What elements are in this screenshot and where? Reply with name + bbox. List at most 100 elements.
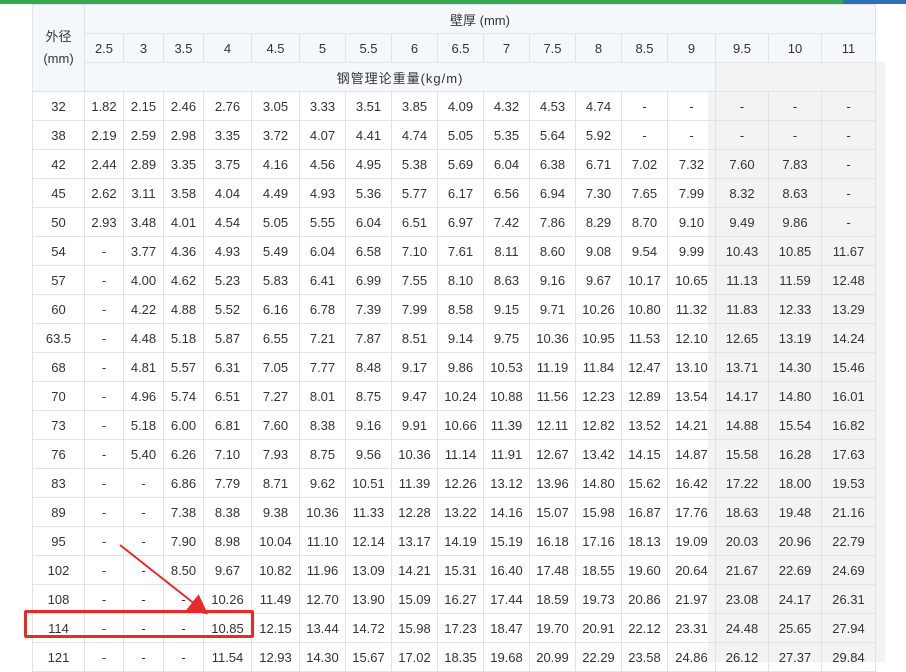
weight-cell: 6.58 xyxy=(345,236,392,266)
weight-cell: 19.09 xyxy=(667,526,716,556)
weight-cell: 3.11 xyxy=(123,178,164,208)
weight-cell: 14.30 xyxy=(768,352,822,382)
weight-cell: 4.93 xyxy=(203,236,252,266)
weight-cell: 12.10 xyxy=(667,323,716,353)
weight-cell: 2.93 xyxy=(84,207,124,237)
weight-cell: 15.07 xyxy=(529,497,576,527)
weight-cell: 13.10 xyxy=(667,352,716,382)
weight-cell: 18.47 xyxy=(483,613,530,643)
weight-cell: 7.32 xyxy=(667,149,716,179)
weight-cell: 18.59 xyxy=(529,584,576,614)
weight-cell: 4.74 xyxy=(391,120,438,150)
weight-cell: 4.49 xyxy=(251,178,300,208)
weight-cell: 14.17 xyxy=(715,381,769,411)
weight-cell: 7.55 xyxy=(391,265,438,295)
weight-cell: 9.14 xyxy=(437,323,484,353)
weight-cell: 7.99 xyxy=(391,294,438,324)
weight-cell: 4.56 xyxy=(299,149,346,179)
weight-cell: 5.18 xyxy=(163,323,204,353)
weight-cell: 17.02 xyxy=(391,642,438,672)
weight-cell: 12.28 xyxy=(391,497,438,527)
weight-cell: 6.78 xyxy=(299,294,346,324)
steel-pipe-weight-table: 外径 (mm) 壁厚 (mm) 2.5 3 3.5 4 4.5 5 5.5 6 6.5 7 7.5 8… xyxy=(32,4,876,672)
weight-cell: - xyxy=(163,642,204,672)
weight-cell: 3.48 xyxy=(123,207,164,237)
outer-diameter-cell: 102 xyxy=(32,555,85,585)
weight-cell: 6.71 xyxy=(575,149,622,179)
weight-cell: 6.17 xyxy=(437,178,484,208)
weight-cell: 9.49 xyxy=(715,207,769,237)
weight-cell: - xyxy=(667,120,716,150)
weight-cell: 9.16 xyxy=(345,410,392,440)
weight-cell: 8.10 xyxy=(437,265,484,295)
weight-cell: 7.93 xyxy=(251,439,300,469)
weight-cell: 14.80 xyxy=(768,381,822,411)
weight-cell: 4.01 xyxy=(163,207,204,237)
weight-cell: 7.60 xyxy=(251,410,300,440)
weight-cell: 9.86 xyxy=(768,207,822,237)
weight-cell: 2.59 xyxy=(123,120,164,150)
table-row: 42 2.44 2.89 3.35 3.75 4.16 4.56 4.95 5.38 5.69 6.… xyxy=(32,149,876,179)
outer-diameter-cell: 32 xyxy=(32,91,85,121)
weight-cell: 7.42 xyxy=(483,207,530,237)
thickness-values-row: 2.5 3 3.5 4 4.5 5 5.5 6 6.5 7 7.5 8 8.5 9 9.5 10 11 xyxy=(33,33,876,63)
weight-cell: 5.18 xyxy=(123,410,164,440)
weight-cell: 11.14 xyxy=(437,439,484,469)
weight-cell: 2.89 xyxy=(123,149,164,179)
table-row: 60-4.22 4.88 5.52 6.16 6.78 7.39 7.99 8.58 9.15 9… xyxy=(32,294,876,324)
weight-cell: - xyxy=(621,91,668,121)
weight-cell: 15.98 xyxy=(391,613,438,643)
weight-cell: 10.26 xyxy=(203,584,252,614)
weight-cell: 9.54 xyxy=(621,236,668,266)
thickness-header-cell: 9.5 xyxy=(715,33,769,63)
weight-cell: 9.75 xyxy=(483,323,530,353)
weight-cell: 10.24 xyxy=(437,381,484,411)
weight-cell: 7.10 xyxy=(391,236,438,266)
weight-cell: 17.44 xyxy=(483,584,530,614)
weight-cell: 10.85 xyxy=(768,236,822,266)
weight-cell: 4.32 xyxy=(483,91,530,121)
weight-cell: 8.60 xyxy=(529,236,576,266)
weight-cell: 11.33 xyxy=(345,497,392,527)
weight-cell: 20.96 xyxy=(768,526,822,556)
blank-header-cell xyxy=(715,62,876,92)
weight-cell: - xyxy=(715,91,769,121)
table-row: 63.5-4.48 5.18 5.87 6.55 7.21 7.87 8.51 9.14 9.7… xyxy=(32,323,876,353)
weight-cell: 7.60 xyxy=(715,149,769,179)
weight-cell: 14.21 xyxy=(667,410,716,440)
weight-cell: 6.97 xyxy=(437,207,484,237)
weight-cell: 15.67 xyxy=(345,642,392,672)
weight-cell: 4.53 xyxy=(529,91,576,121)
weight-cell: 13.42 xyxy=(575,439,622,469)
weight-cell: 8.01 xyxy=(299,381,346,411)
weight-cell: 17.16 xyxy=(575,526,622,556)
weight-cell: 21.67 xyxy=(715,555,769,585)
weight-cell: 21.16 xyxy=(821,497,876,527)
weight-cell: 11.53 xyxy=(621,323,668,353)
weight-cell: 14.80 xyxy=(575,468,622,498)
weight-cell: 5.23 xyxy=(203,265,252,295)
weight-cell: 9.16 xyxy=(529,265,576,295)
outer-diameter-header: 外径 (mm) xyxy=(32,4,85,92)
weight-cell: 12.93 xyxy=(251,642,300,672)
outer-diameter-cell: 68 xyxy=(32,352,85,382)
weight-cell: - xyxy=(84,236,124,266)
weight-cell: - xyxy=(621,120,668,150)
weight-cell: 9.08 xyxy=(575,236,622,266)
weight-cell: 3.05 xyxy=(251,91,300,121)
weight-cell: 7.83 xyxy=(768,149,822,179)
weight-cell: 18.35 xyxy=(437,642,484,672)
weight-cell: 15.98 xyxy=(575,497,622,527)
weight-cell: 3.58 xyxy=(163,178,204,208)
weight-cell: 7.79 xyxy=(203,468,252,498)
weight-cell: 6.51 xyxy=(391,207,438,237)
weight-cell: 5.36 xyxy=(345,178,392,208)
weight-cell: 14.72 xyxy=(345,613,392,643)
weight-cell: - xyxy=(768,91,822,121)
thickness-header-cell: 4.5 xyxy=(251,33,300,63)
weight-cell: 3.77 xyxy=(123,236,164,266)
weight-cell: 12.14 xyxy=(345,526,392,556)
outer-diameter-cell: 73 xyxy=(32,410,85,440)
weight-cell: 9.99 xyxy=(667,236,716,266)
weight-cell: 16.82 xyxy=(821,410,876,440)
